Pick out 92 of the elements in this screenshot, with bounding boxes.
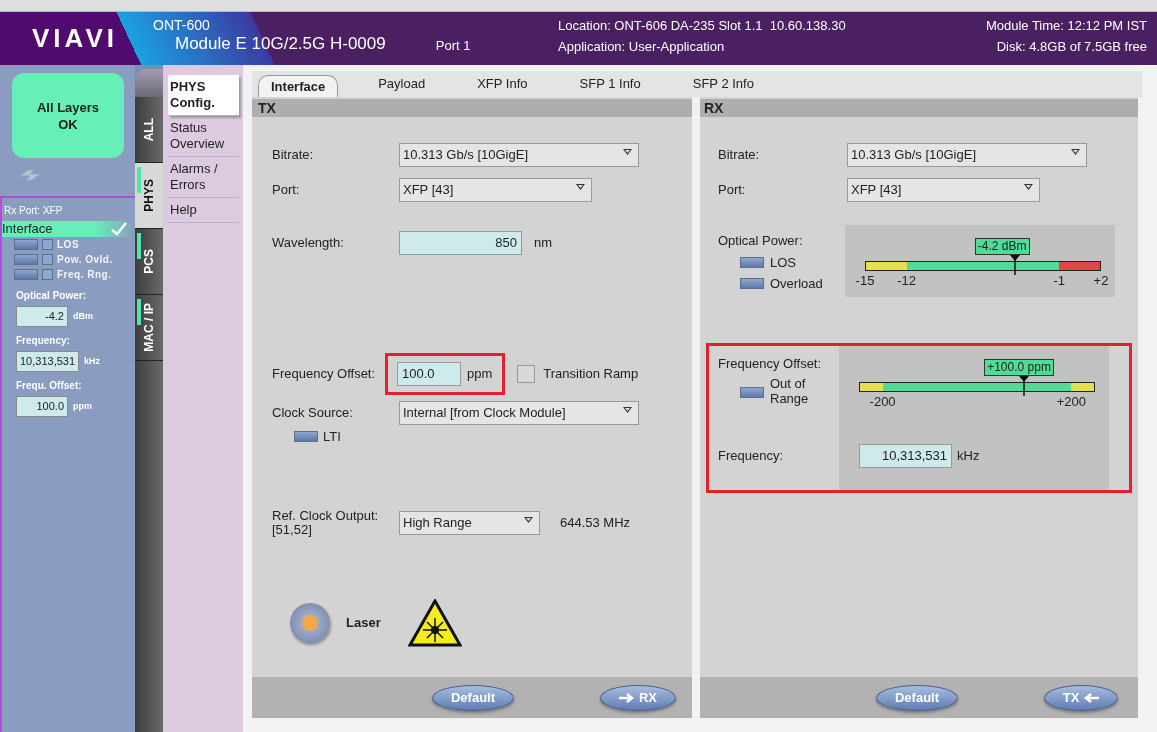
field-label: Frequency: <box>718 446 785 465</box>
side-tab[interactable]: PCS <box>135 229 163 295</box>
field-label: Bitrate: <box>272 146 315 165</box>
field-label: Out of Range <box>770 375 810 406</box>
menu-item[interactable]: PHYS Config. <box>168 75 239 116</box>
laser-label: Laser <box>346 613 381 632</box>
reading-field: 100.0 <box>16 396 68 417</box>
logo: VIAVI <box>32 22 118 55</box>
arrow-left-icon <box>1083 692 1100 703</box>
application-text: Application: User-Application <box>558 38 726 55</box>
module-name: Module E 10G/2.5G H-0009 <box>175 33 386 55</box>
panel-title: TX <box>252 99 692 117</box>
side-tab[interactable]: ALL <box>135 97 163 163</box>
field-label: nm <box>534 234 553 253</box>
laser-indicator[interactable] <box>290 602 330 643</box>
field-label: Optical Power: <box>718 232 804 250</box>
rx-port-label: Rx Port: XFP <box>3 204 64 218</box>
menu-item[interactable]: Help <box>168 198 239 223</box>
reading-label: Frequency: <box>16 334 71 348</box>
caret-icon <box>1071 149 1080 155</box>
menu-item[interactable]: Alarms / Errors <box>168 157 239 198</box>
dropdown[interactable]: XFP [43] <box>399 178 592 202</box>
field-label: Port: <box>272 181 301 200</box>
dropdown[interactable]: 10.313 Gb/s [10GigE] <box>847 143 1087 167</box>
input-field[interactable]: 10,313,531 <box>859 444 952 468</box>
field-label: Transition Ramp <box>543 365 639 384</box>
reading-field: -4.2 <box>16 306 68 327</box>
dropdown[interactable]: Internal [from Clock Module] <box>399 401 639 425</box>
unit-label: dBm <box>73 309 93 323</box>
laser-warning-icon <box>407 598 462 647</box>
alarm-led <box>42 254 53 265</box>
caret-icon <box>623 407 632 413</box>
caret-icon <box>576 184 585 190</box>
field-label: Frequency Offset: <box>272 365 377 384</box>
caret-icon <box>623 149 632 155</box>
field-label: LTI <box>323 428 341 446</box>
dropdown[interactable]: 10.313 Gb/s [10GigE] <box>399 143 639 167</box>
tick-label: -200 <box>869 394 896 409</box>
product-name: ONT-600 <box>153 17 211 33</box>
tab[interactable]: Payload <box>366 71 438 97</box>
field-label: [51,52] <box>272 522 313 537</box>
side-tab[interactable]: PHYS <box>135 163 163 229</box>
tick-label: -12 <box>897 273 916 288</box>
field-label: Overload <box>770 275 823 293</box>
reading-label: Frequ. Offset: <box>16 379 83 393</box>
input-field[interactable]: 850 <box>399 231 522 255</box>
field-label: Frequency Offset: <box>718 355 823 373</box>
caret-icon <box>1024 184 1033 190</box>
reading-label: Optical Power: <box>16 289 87 303</box>
menu-item[interactable]: Status Overview <box>168 116 239 157</box>
field-label: ppm <box>467 365 493 384</box>
interface-label: Interface <box>2 222 53 236</box>
dropdown[interactable]: High Range <box>399 510 540 535</box>
port-label: Port 1 <box>435 36 471 55</box>
gauge-reading: +100.0 ppm <box>984 359 1054 376</box>
field-label: Clock Source: <box>272 404 354 423</box>
panel-title: RX <box>700 99 1138 117</box>
tab[interactable]: XFP Info <box>465 71 540 97</box>
field-label: Wavelength: <box>272 234 345 253</box>
disk-space: Disk: 4.8GB of 7.5GB free <box>996 38 1147 55</box>
tab[interactable]: Interface <box>258 75 339 97</box>
tick-label: -15 <box>855 273 875 288</box>
status-box: All Layers OK <box>12 73 124 158</box>
unit-label: kHz <box>84 354 101 368</box>
field-label: Port: <box>718 181 747 200</box>
input-field[interactable]: 100.0 <box>397 362 461 386</box>
alarm-label: LOS <box>57 238 80 252</box>
side-tab[interactable]: MAC / IP <box>135 295 163 361</box>
alarm-led <box>42 239 53 250</box>
tick-label: +200 <box>1056 394 1087 409</box>
field-label: Bitrate: <box>718 146 761 165</box>
field-label: LOS <box>770 253 796 272</box>
tick-label: -1 <box>1053 273 1065 288</box>
tab-strip-cap <box>135 69 163 97</box>
tab[interactable]: SFP 1 Info <box>567 71 653 97</box>
field-label: Ref. Clock Output: <box>272 508 380 523</box>
gauge-reading: -4.2 dBm <box>974 238 1030 255</box>
tab[interactable]: SFP 2 Info <box>680 71 766 97</box>
reading-field: 10,313,531 <box>16 351 80 372</box>
alarm-label: Pow. Ovld. <box>57 253 113 267</box>
dropdown[interactable]: XFP [43] <box>847 178 1040 202</box>
alarm-led <box>42 269 53 280</box>
arrow-right-icon <box>618 692 635 703</box>
location-text: Location: ONT-606 DA-235 Slot 1.1 10.60.138.30 <box>558 17 847 34</box>
tick-label: +2 <box>1093 273 1109 288</box>
checkbox[interactable] <box>517 365 536 383</box>
alarm-label: Freq. Rng. <box>57 268 112 282</box>
field-label: 644.53 MHz <box>560 513 631 532</box>
field-label: kHz <box>957 447 980 466</box>
module-time: Module Time: 12:12 PM IST <box>985 17 1147 34</box>
caret-icon <box>524 516 533 523</box>
unit-label: ppm <box>73 399 92 413</box>
